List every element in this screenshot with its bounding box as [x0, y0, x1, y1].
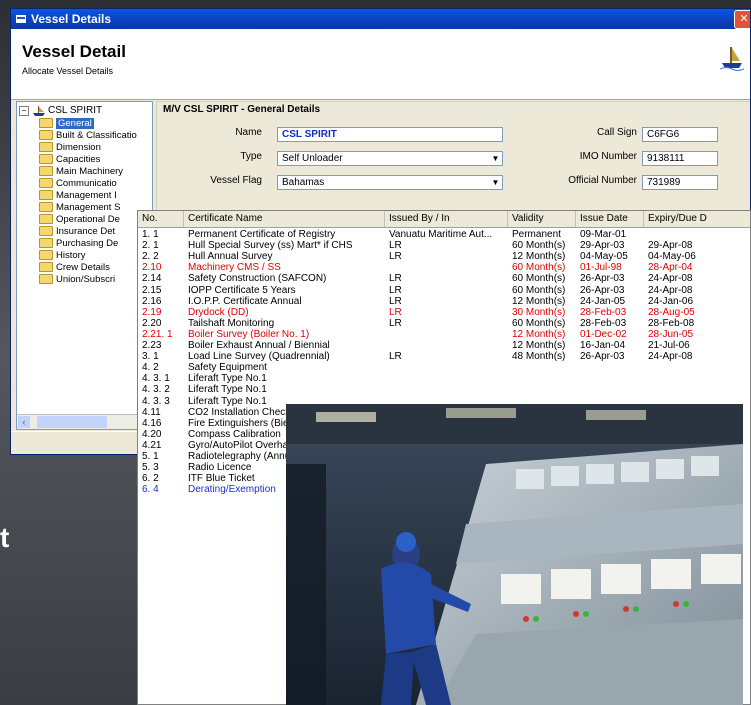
- tree-item-communication[interactable]: Communicatio: [39, 177, 137, 189]
- folder-icon: [39, 274, 53, 284]
- folder-icon: [39, 154, 53, 164]
- folder-icon: [39, 130, 53, 140]
- chevron-down-icon[interactable]: ▼: [490, 177, 501, 188]
- column-header-validity[interactable]: Validity: [508, 211, 576, 227]
- tree-item-built-classification[interactable]: Built & Classificatio: [39, 129, 137, 141]
- scroll-thumb[interactable]: [37, 416, 107, 428]
- tree-horizontal-scrollbar[interactable]: ‹: [17, 414, 152, 429]
- tree-item-insurance[interactable]: Insurance Det: [39, 225, 137, 237]
- tree-item-union[interactable]: Union/Subscri: [39, 273, 137, 285]
- page-header: Vessel Detail Allocate Vessel Details: [11, 29, 750, 100]
- imo-number-label: IMO Number: [579, 151, 637, 162]
- folder-icon: [39, 178, 53, 188]
- folder-icon: [39, 262, 53, 272]
- tree-item-management-1[interactable]: Management I: [39, 189, 137, 201]
- column-header-issue-date[interactable]: Issue Date: [576, 211, 644, 227]
- tree-items: General Built & Classificatio Dimension …: [39, 117, 137, 285]
- tree-item-main-machinery[interactable]: Main Machinery: [39, 165, 137, 177]
- window-titlebar[interactable]: Vessel Details: [11, 9, 750, 29]
- vessel-flag-label: Vessel Flag: [210, 175, 262, 186]
- folder-icon: [39, 142, 53, 152]
- column-header-certificate-name[interactable]: Certificate Name: [184, 211, 385, 227]
- column-header-no[interactable]: No.: [138, 211, 184, 227]
- name-field[interactable]: CSL SPIRIT: [277, 127, 503, 142]
- engine-room-photo: [286, 404, 743, 705]
- vessel-flag-value: Bahamas: [282, 177, 325, 188]
- tree-item-operational[interactable]: Operational De: [39, 213, 137, 225]
- cell-no: 6. 4: [142, 484, 159, 496]
- tree-item-management-2[interactable]: Management S: [39, 201, 137, 213]
- imo-number-field[interactable]: 9138111: [642, 151, 718, 166]
- column-header-expiry-date[interactable]: Expiry/Due D: [644, 211, 750, 227]
- column-header-issued-by[interactable]: Issued By / In: [385, 211, 508, 227]
- app-icon: [15, 13, 27, 25]
- call-sign-field[interactable]: C6FG6: [642, 127, 718, 142]
- chevron-down-icon[interactable]: ▼: [490, 153, 501, 164]
- tree-item-purchasing[interactable]: Purchasing De: [39, 237, 137, 249]
- tree-item-crew-details[interactable]: Crew Details: [39, 261, 137, 273]
- tree-item-history[interactable]: History: [39, 249, 137, 261]
- call-sign-label: Call Sign: [596, 127, 637, 138]
- vessel-flag-select[interactable]: Bahamas ▼: [277, 175, 503, 190]
- folder-icon: [39, 118, 53, 128]
- tree-item-general[interactable]: General: [39, 117, 137, 129]
- folder-icon: [39, 202, 53, 212]
- tree-item-capacities[interactable]: Capacities: [39, 153, 137, 165]
- window-title: Vessel Details: [31, 12, 112, 26]
- collapse-icon[interactable]: −: [19, 105, 29, 116]
- close-button[interactable]: ✕: [734, 10, 750, 29]
- folder-icon: [39, 190, 53, 200]
- company-logo: [719, 43, 745, 71]
- page-title: Vessel Detail: [22, 42, 126, 61]
- tree-item-dimension[interactable]: Dimension: [39, 141, 137, 153]
- folder-icon: [39, 250, 53, 260]
- ship-icon: [32, 105, 46, 116]
- type-label: Type: [240, 151, 262, 162]
- official-number-label: Official Number: [568, 175, 637, 186]
- official-number-field[interactable]: 731989: [642, 175, 718, 190]
- scroll-left-icon[interactable]: ‹: [18, 416, 30, 428]
- folder-icon: [39, 166, 53, 176]
- folder-icon: [39, 226, 53, 236]
- folder-icon: [39, 238, 53, 248]
- tree-root[interactable]: − CSL SPIRIT: [19, 105, 102, 116]
- folder-icon: [39, 214, 53, 224]
- background-slide-text: t: [0, 522, 10, 553]
- page-subtitle: Allocate Vessel Details: [22, 66, 114, 76]
- panel-title: M/V CSL SPIRIT - General Details: [163, 104, 321, 115]
- tree-root-label: CSL SPIRIT: [48, 105, 103, 116]
- type-value: Self Unloader: [282, 153, 343, 164]
- table-header: No. Certificate Name Issued By / In Vali…: [138, 211, 750, 228]
- name-label: Name: [235, 127, 262, 138]
- type-select[interactable]: Self Unloader ▼: [277, 151, 503, 166]
- vessel-section-tree[interactable]: − CSL SPIRIT General Built & Classificat…: [16, 101, 153, 430]
